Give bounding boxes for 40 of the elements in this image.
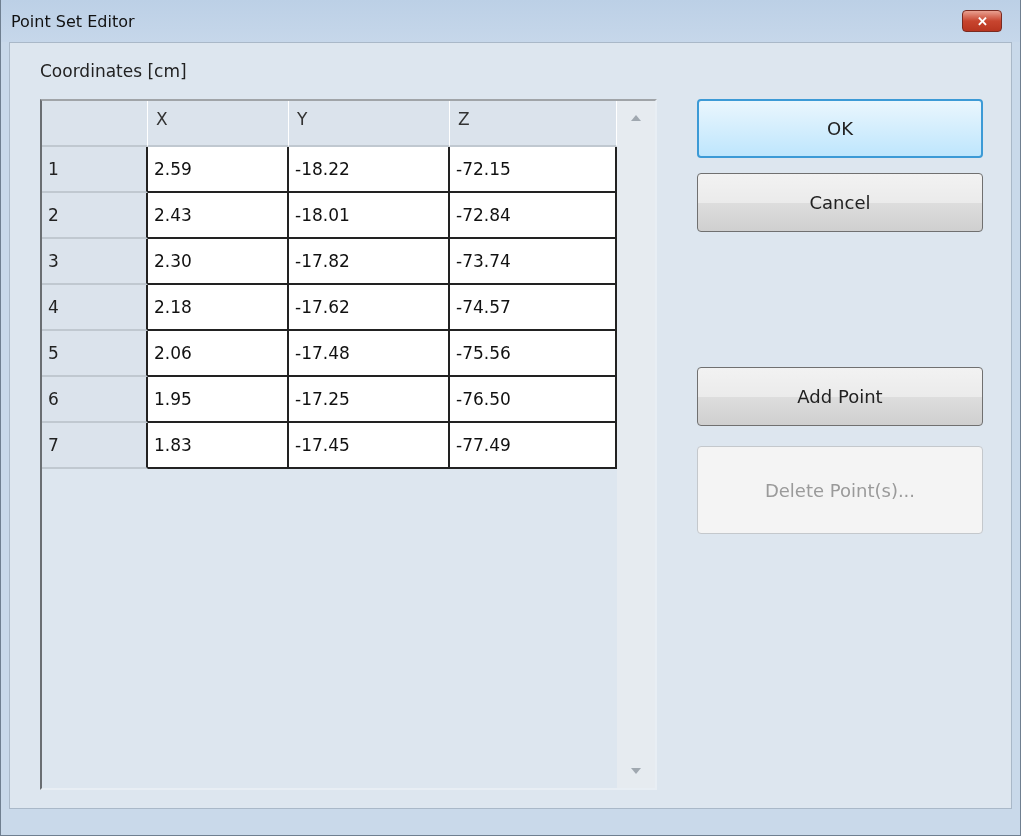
vertical-scrollbar[interactable] (617, 101, 655, 788)
group-label: Coordinates [cm] (40, 61, 188, 81)
row-header: 4 (42, 285, 148, 331)
table-cell[interactable]: 2.18 (148, 285, 289, 331)
row-header: 3 (42, 239, 148, 285)
row-header: 5 (42, 331, 148, 377)
table-cell[interactable]: -18.01 (289, 193, 450, 239)
table-cell[interactable]: 2.30 (148, 239, 289, 285)
table-cell[interactable]: -17.48 (289, 331, 450, 377)
scroll-up-icon[interactable] (631, 115, 641, 121)
column-header: Y (289, 101, 450, 147)
table-cell[interactable]: 2.43 (148, 193, 289, 239)
scroll-down-icon[interactable] (631, 768, 641, 774)
table-cell[interactable]: -72.84 (450, 193, 617, 239)
column-header: X (148, 101, 289, 147)
table-cell[interactable]: 1.95 (148, 377, 289, 423)
close-button[interactable]: ✕ (962, 10, 1002, 32)
dialog-button[interactable]: Add Point (697, 367, 983, 426)
table-cell[interactable]: -17.82 (289, 239, 450, 285)
ok-button[interactable]: OK (697, 99, 983, 158)
table-cell[interactable]: -18.22 (289, 147, 450, 193)
table-cell[interactable]: 2.06 (148, 331, 289, 377)
dialog-button[interactable]: Cancel (697, 173, 983, 232)
table-cell[interactable]: -17.25 (289, 377, 450, 423)
table-cell[interactable]: -75.56 (450, 331, 617, 377)
row-header: 2 (42, 193, 148, 239)
row-header: 7 (42, 423, 148, 469)
window-title: Point Set Editor (11, 11, 135, 31)
table-cell[interactable]: -73.74 (450, 239, 617, 285)
row-header: 1 (42, 147, 148, 193)
table-cell[interactable]: -74.57 (450, 285, 617, 331)
table-cell[interactable]: -17.62 (289, 285, 450, 331)
table-cell[interactable]: 1.83 (148, 423, 289, 469)
table-cell[interactable]: 2.59 (148, 147, 289, 193)
row-header: 6 (42, 377, 148, 423)
column-header: Z (450, 101, 617, 147)
table-cell[interactable]: -77.49 (450, 423, 617, 469)
table-cell[interactable]: -17.45 (289, 423, 450, 469)
table-cell[interactable]: -72.15 (450, 147, 617, 193)
table-cell[interactable]: -76.50 (450, 377, 617, 423)
